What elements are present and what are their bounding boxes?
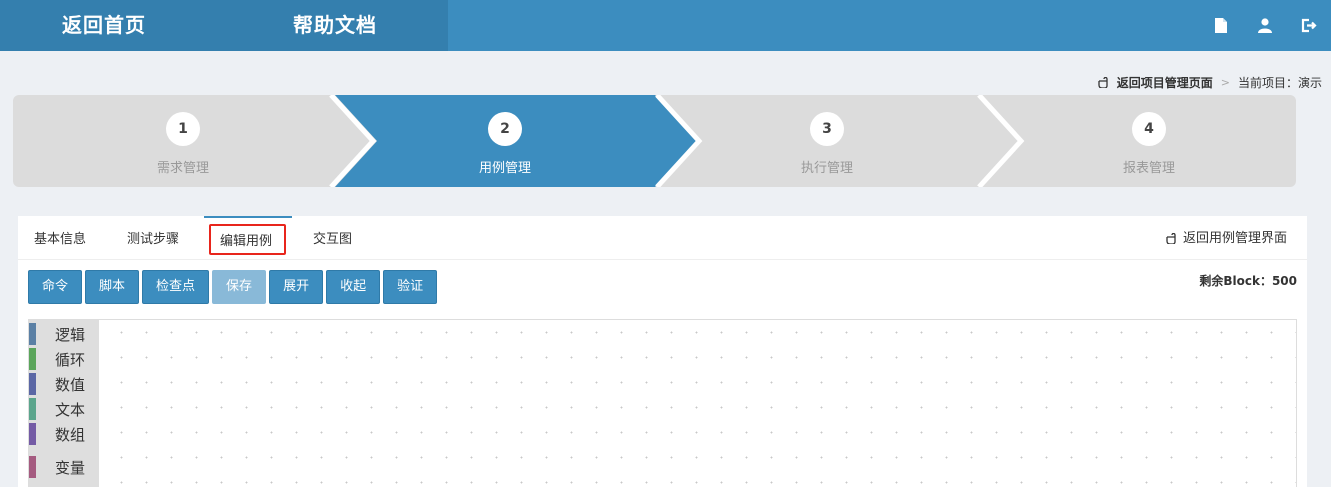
case-editor-panel: 基本信息 测试步骤 编辑用例 交互图 返回用例管理界面 命令 脚本 检查点 保存… (18, 216, 1307, 487)
block-workspace[interactable]: 逻辑 循环 数值 文本 数组 变量 (28, 319, 1297, 487)
current-project: 当前项目：演示 (1237, 76, 1322, 90)
category-color (29, 423, 36, 445)
step-requirements[interactable]: 1 需求管理 (83, 95, 283, 187)
category-variable[interactable]: 变量 (29, 456, 85, 478)
category-color (29, 373, 36, 395)
back-to-cases-link[interactable]: 返回用例管理界面 (1166, 216, 1287, 260)
top-navbar: 返回首页 帮助文档 (0, 0, 1331, 51)
tab-basic-info[interactable]: 基本信息 (34, 216, 86, 260)
category-label: 循环 (55, 350, 86, 369)
category-color (29, 323, 36, 345)
block-palette: 逻辑 循环 数值 文本 数组 变量 (29, 320, 99, 487)
step-label: 用例管理 (478, 161, 531, 176)
nav-home-link[interactable]: 返回首页 (62, 0, 146, 51)
logout-icon[interactable] (1301, 18, 1317, 34)
back-to-cases-label: 返回用例管理界面 (1182, 230, 1287, 246)
checkpoint-button[interactable]: 检查点 (142, 270, 210, 304)
category-logic[interactable]: 逻辑 (29, 323, 85, 345)
step-number: 3 (810, 112, 844, 146)
step-label: 报表管理 (1122, 161, 1175, 176)
step-number: 4 (1132, 112, 1166, 146)
step-label: 执行管理 (800, 161, 853, 176)
breadcrumb: 返回项目管理页面 > 当前项目：演示 (1098, 74, 1322, 91)
step-reports[interactable]: 4 报表管理 (1049, 95, 1249, 187)
category-color (29, 456, 36, 478)
category-label: 文本 (55, 400, 86, 419)
category-text[interactable]: 文本 (29, 398, 85, 420)
nav-help-link[interactable]: 帮助文档 (293, 0, 377, 51)
category-label: 变量 (55, 458, 86, 477)
tab-test-steps[interactable]: 测试步骤 (127, 216, 179, 260)
step-cases[interactable]: 2 用例管理 (405, 95, 605, 187)
back-to-projects-link[interactable]: 返回项目管理页面 (1098, 74, 1213, 91)
script-button[interactable]: 脚本 (85, 270, 140, 304)
category-color (29, 348, 36, 370)
breadcrumb-separator: > (1220, 76, 1230, 89)
step-label: 需求管理 (156, 161, 209, 176)
back-to-projects-label: 返回项目管理页面 (1116, 76, 1213, 90)
category-color (29, 398, 36, 420)
remaining-blocks: 剩余Block：500 (1199, 274, 1297, 288)
step-wizard: 1 需求管理 2 用例管理 3 执行管理 4 报表管理 (13, 95, 1296, 187)
top-icon-group (1213, 0, 1317, 51)
category-loop[interactable]: 循环 (29, 348, 85, 370)
active-tab-highlight (209, 224, 286, 255)
document-icon[interactable] (1213, 18, 1229, 34)
hand-point-icon (1166, 232, 1176, 244)
save-button[interactable]: 保存 (212, 270, 267, 304)
step-number: 1 (166, 112, 200, 146)
category-label: 数值 (55, 375, 86, 394)
user-icon[interactable] (1257, 18, 1273, 34)
category-label: 数组 (55, 425, 86, 444)
tab-bar: 基本信息 测试步骤 编辑用例 交互图 返回用例管理界面 (18, 216, 1307, 260)
expand-button[interactable]: 展开 (269, 270, 324, 304)
step-number: 2 (488, 112, 522, 146)
tab-interaction-diagram[interactable]: 交互图 (313, 216, 352, 260)
collapse-button[interactable]: 收起 (326, 270, 381, 304)
command-button[interactable]: 命令 (28, 270, 83, 304)
validate-button[interactable]: 验证 (383, 270, 438, 304)
editor-toolbar: 命令 脚本 检查点 保存 展开 收起 验证 (28, 270, 438, 304)
hand-point-icon (1098, 77, 1108, 88)
category-math[interactable]: 数值 (29, 373, 85, 395)
category-list[interactable]: 数组 (29, 423, 85, 445)
step-execution[interactable]: 3 执行管理 (727, 95, 927, 187)
category-label: 逻辑 (55, 325, 86, 344)
